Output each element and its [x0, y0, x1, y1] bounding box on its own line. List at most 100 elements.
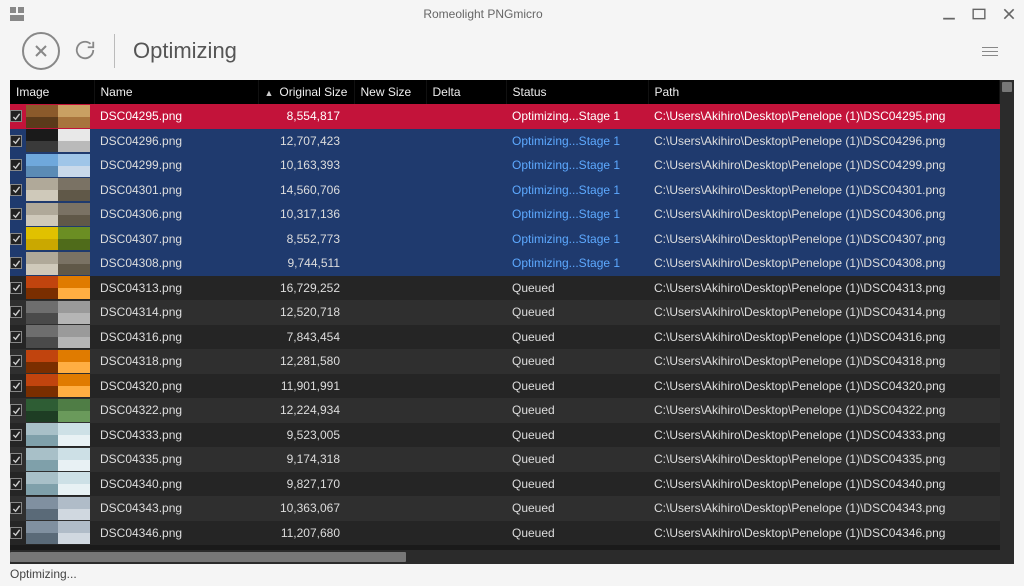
table-row[interactable]: DSC04322.png 12,224,934 Queued C:\Users\… [10, 398, 1000, 423]
table-row[interactable]: DSC04314.png 12,520,718 Queued C:\Users\… [10, 300, 1000, 325]
cell-original-size: 8,554,817 [258, 104, 354, 129]
table-row[interactable]: DSC04307.png 8,552,773 Optimizing...Stag… [10, 227, 1000, 252]
cell-name: DSC04313.png [94, 276, 258, 301]
row-checkbox[interactable] [10, 233, 22, 245]
row-checkbox[interactable] [10, 184, 22, 196]
cell-path: C:\Users\Akihiro\Desktop\Penelope (1)\DS… [648, 447, 1000, 472]
cell-new-size [354, 325, 426, 350]
thumbnail [26, 129, 92, 152]
cell-name: DSC04333.png [94, 423, 258, 448]
cell-new-size [354, 349, 426, 374]
cell-original-size: 12,520,718 [258, 300, 354, 325]
cell-new-size [354, 202, 426, 227]
row-checkbox[interactable] [10, 478, 22, 490]
row-checkbox[interactable] [10, 453, 22, 465]
cell-name: DSC04346.png [94, 521, 258, 546]
row-checkbox[interactable] [10, 404, 22, 416]
cell-delta [426, 521, 506, 546]
row-checkbox[interactable] [10, 527, 22, 539]
cell-delta [426, 153, 506, 178]
table-row[interactable]: DSC04340.png 9,827,170 Queued C:\Users\A… [10, 472, 1000, 497]
column-header-original-size[interactable]: ▲Original Size [258, 80, 354, 104]
thumbnail [26, 399, 92, 422]
app-logo-icon [10, 7, 24, 21]
row-checkbox[interactable] [10, 355, 22, 367]
cell-status: Queued [506, 521, 648, 546]
table-row[interactable]: DSC04306.png 10,317,136 Optimizing...Sta… [10, 202, 1000, 227]
cancel-button[interactable] [22, 32, 60, 70]
cell-new-size [354, 374, 426, 399]
cell-name: DSC04343.png [94, 496, 258, 521]
table-row[interactable]: DSC04308.png 9,744,511 Optimizing...Stag… [10, 251, 1000, 276]
table-row[interactable]: DSC04343.png 10,363,067 Queued C:\Users\… [10, 496, 1000, 521]
cell-name: DSC04306.png [94, 202, 258, 227]
cell-original-size: 16,729,252 [258, 276, 354, 301]
cell-path: C:\Users\Akihiro\Desktop\Penelope (1)\DS… [648, 398, 1000, 423]
cell-status: Queued [506, 374, 648, 399]
cell-delta [426, 447, 506, 472]
column-header-new-size[interactable]: New Size [354, 80, 426, 104]
thumbnail [26, 252, 92, 275]
cell-path: C:\Users\Akihiro\Desktop\Penelope (1)\DS… [648, 300, 1000, 325]
cell-delta [426, 227, 506, 252]
sort-asc-icon: ▲ [265, 88, 274, 98]
table-row[interactable]: DSC04318.png 12,281,580 Queued C:\Users\… [10, 349, 1000, 374]
table-row[interactable]: DSC04320.png 11,901,991 Queued C:\Users\… [10, 374, 1000, 399]
row-checkbox[interactable] [10, 331, 22, 343]
vertical-scrollbar[interactable] [1000, 80, 1014, 550]
cell-name: DSC04308.png [94, 251, 258, 276]
row-checkbox[interactable] [10, 502, 22, 514]
cell-path: C:\Users\Akihiro\Desktop\Penelope (1)\DS… [648, 349, 1000, 374]
row-checkbox[interactable] [10, 208, 22, 220]
column-header-row: Image Name ▲Original Size New Size Delta… [10, 80, 1000, 104]
table-row[interactable]: DSC04296.png 12,707,423 Optimizing...Sta… [10, 129, 1000, 154]
thumbnail [26, 203, 92, 226]
cell-new-size [354, 104, 426, 129]
cell-name: DSC04301.png [94, 178, 258, 203]
table-row[interactable]: DSC04301.png 14,560,706 Optimizing...Sta… [10, 178, 1000, 203]
row-checkbox[interactable] [10, 135, 22, 147]
table-row[interactable]: DSC04313.png 16,729,252 Queued C:\Users\… [10, 276, 1000, 301]
row-checkbox[interactable] [10, 282, 22, 294]
thumbnail [26, 276, 92, 299]
window-controls [942, 7, 1016, 21]
row-checkbox[interactable] [10, 380, 22, 392]
thumbnail [26, 423, 92, 446]
horizontal-scrollbar[interactable] [10, 550, 1014, 564]
cell-status: Optimizing...Stage 1 [506, 178, 648, 203]
maximize-button[interactable] [972, 7, 986, 21]
table-row[interactable]: DSC04299.png 10,163,393 Optimizing...Sta… [10, 153, 1000, 178]
table-row[interactable]: DSC04333.png 9,523,005 Queued C:\Users\A… [10, 423, 1000, 448]
cell-status: Queued [506, 398, 648, 423]
minimize-button[interactable] [942, 7, 956, 21]
cell-status: Queued [506, 349, 648, 374]
column-header-path[interactable]: Path [648, 80, 1000, 104]
row-checkbox[interactable] [10, 110, 22, 122]
row-checkbox[interactable] [10, 429, 22, 441]
row-checkbox[interactable] [10, 257, 22, 269]
refresh-button[interactable] [74, 39, 96, 64]
cell-path: C:\Users\Akihiro\Desktop\Penelope (1)\DS… [648, 178, 1000, 203]
menu-button[interactable] [982, 47, 998, 56]
col-name-label: Name [101, 85, 133, 99]
row-checkbox[interactable] [10, 159, 22, 171]
column-header-name[interactable]: Name [94, 80, 258, 104]
cell-delta [426, 202, 506, 227]
cell-original-size: 11,901,991 [258, 374, 354, 399]
table-row[interactable]: DSC04295.png 8,554,817 Optimizing...Stag… [10, 104, 1000, 129]
table-row[interactable]: DSC04335.png 9,174,318 Queued C:\Users\A… [10, 447, 1000, 472]
close-button[interactable] [1002, 7, 1016, 21]
column-header-status[interactable]: Status [506, 80, 648, 104]
column-header-delta[interactable]: Delta [426, 80, 506, 104]
thumbnail [26, 301, 92, 324]
cell-new-size [354, 472, 426, 497]
horizontal-scrollbar-thumb[interactable] [10, 552, 406, 562]
vertical-scrollbar-thumb[interactable] [1002, 82, 1012, 92]
column-header-image[interactable]: Image [10, 80, 94, 104]
cell-name: DSC04318.png [94, 349, 258, 374]
table-row[interactable]: DSC04346.png 11,207,680 Queued C:\Users\… [10, 521, 1000, 546]
thumbnail [26, 350, 92, 373]
table-row[interactable]: DSC04316.png 7,843,454 Queued C:\Users\A… [10, 325, 1000, 350]
cell-original-size: 12,707,423 [258, 129, 354, 154]
row-checkbox[interactable] [10, 306, 22, 318]
